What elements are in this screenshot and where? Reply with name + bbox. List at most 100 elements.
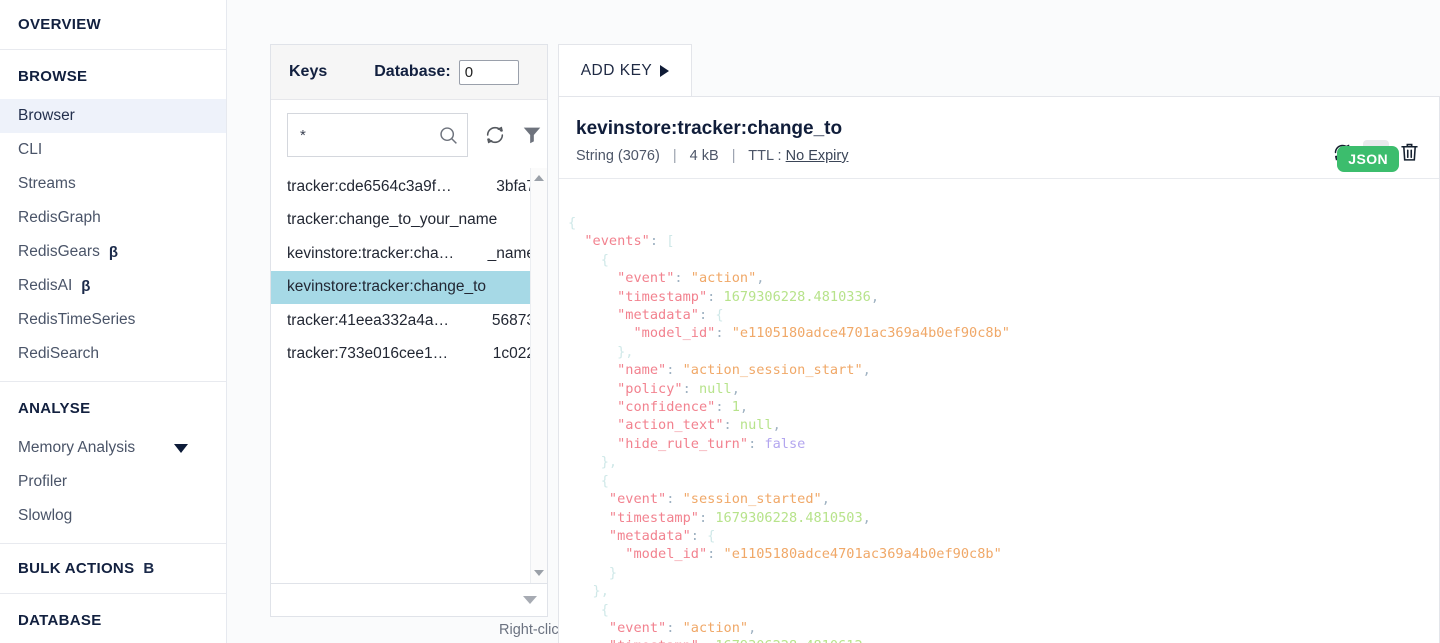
meta-divider: | [731, 148, 736, 164]
sidebar-item-label: Streams [18, 175, 76, 192]
key-suffix: 1c022 [492, 345, 535, 363]
add-key-button[interactable]: ADD KEY [558, 44, 692, 96]
json-line: "event": "session_started", [608, 491, 830, 508]
json-line: "metadata": { [608, 527, 716, 544]
key-detail: kevinstore:tracker:change_to String (307… [558, 96, 1440, 643]
key-name: tracker:41eea332a4a… [287, 311, 450, 329]
sidebar-item-label: Memory Analysis [18, 439, 136, 456]
chevron-down-icon[interactable] [523, 596, 537, 604]
search-input[interactable] [298, 125, 438, 145]
json-line: { [568, 601, 609, 618]
sidebar-item-profiler[interactable]: Profiler [0, 465, 226, 499]
play-triangle-icon [660, 64, 670, 77]
json-line: "event": "action", [608, 619, 757, 636]
filter-icon[interactable] [521, 124, 543, 146]
sidebar-item-redisgears[interactable]: RedisGears β [0, 235, 226, 269]
meta-divider: | [672, 148, 677, 164]
scroll-up-arrow-icon[interactable] [534, 175, 544, 181]
sidebar-item-label: RedisAI [18, 277, 73, 294]
keys-panel-header: Keys Database: [271, 45, 547, 100]
json-line: "event": "action", [617, 270, 765, 287]
add-key-label: ADD KEY [580, 61, 653, 79]
key-list-item[interactable]: tracker:41eea332a4a… 56873 [271, 304, 547, 338]
chevron-down-icon[interactable] [174, 443, 188, 453]
refresh-icon[interactable] [484, 124, 506, 146]
keys-panel: Keys Database: 0 * tracker:cde6564c3a9f…… [270, 44, 548, 617]
key-name: kevinstore:tracker:cha… [287, 244, 455, 262]
key-suffix: _name [487, 244, 535, 262]
json-line: "name": "action_session_start", [617, 362, 871, 379]
json-line: "model_id": "e1105180adce4701ac369a4b0ef… [633, 325, 1010, 342]
sidebar-item-streams[interactable]: Streams [0, 167, 226, 201]
key-name: tracker:cde6564c3a9f… [287, 177, 452, 195]
beta-badge: β [81, 277, 91, 295]
json-line: "timestamp": 1679306228.4810612, [568, 637, 1439, 643]
keys-search-row [271, 100, 547, 168]
ttl-label: TTL : [748, 148, 782, 164]
sidebar-section-bulk-actions: BULK ACTIONS β [0, 544, 226, 594]
ttl-value[interactable]: No Expiry [786, 148, 849, 164]
key-memory-size: 4 kB [689, 148, 719, 164]
key-name: tracker:change_to_your_name [287, 211, 498, 229]
search-box[interactable] [287, 113, 468, 157]
key-list-item[interactable]: tracker:cde6564c3a9f… 3bfa7 [271, 170, 547, 204]
scroll-down-arrow-icon[interactable] [534, 570, 544, 576]
search-icon[interactable] [438, 125, 459, 146]
keys-list-scrollbar[interactable] [530, 168, 547, 583]
json-line: "model_id": "e1105180adce4701ac369a4b0ef… [625, 546, 1002, 563]
keys-list: tracker:cde6564c3a9f… 3bfa7 tracker:chan… [271, 168, 547, 371]
database-index-input[interactable] [458, 59, 519, 85]
beta-badge: β [108, 243, 118, 261]
sidebar-item-cli[interactable]: CLI [0, 133, 226, 167]
sidebar-item-redisgraph[interactable]: RedisGraph [0, 201, 226, 235]
page-title: kevinstore:tracker:change_to [576, 118, 843, 139]
sidebar-item-redisearch[interactable]: RediSearch [0, 337, 226, 371]
sidebar-section-database: DATABASE Configuration [0, 594, 226, 643]
json-line: "metadata": { [617, 307, 724, 324]
json-line: "events": [ [584, 233, 675, 250]
sidebar-item-label: RediSearch [18, 345, 99, 362]
sidebar-heading-analyse: ANALYSE [18, 400, 91, 417]
keys-panel-footer [271, 583, 547, 616]
key-list-item-selected[interactable]: kevinstore:tracker:change_to [271, 270, 547, 304]
json-line: "action_text": null, [617, 417, 781, 434]
key-list-item[interactable]: tracker:change_to_your_name [271, 204, 547, 238]
sidebar-heading-browse: BROWSE [18, 68, 88, 85]
sidebar-item-redistimeseries[interactable]: RedisTimeSeries [0, 303, 226, 337]
keys-title: Keys [289, 63, 328, 80]
sidebar-item-label: Slowlog [18, 507, 73, 524]
sidebar-item-label: RedisGears [18, 243, 100, 260]
json-line: }, [568, 454, 618, 471]
sidebar-item-label: Browser [18, 107, 75, 124]
redisinsight-window: OVERVIEW BROWSE Browser CLI Streams Redi… [0, 0, 1440, 643]
json-line: "hide_rule_turn": false [617, 435, 806, 452]
json-line: }, [568, 583, 609, 600]
sidebar-section-analyse: ANALYSE Memory Analysis Profiler Slowlog [0, 382, 226, 544]
sidebar-section-browse: BROWSE Browser CLI Streams RedisGraph Re… [0, 50, 226, 382]
key-list-item[interactable]: tracker:733e016cee1… 1c022 [271, 338, 547, 372]
sidebar-item-label: RedisGraph [18, 209, 101, 226]
key-list-item[interactable]: kevinstore:tracker:cha… _name [271, 237, 547, 271]
sidebar-heading-bulk-actions[interactable]: BULK ACTIONS β [0, 544, 226, 593]
json-format-badge[interactable]: JSON [1337, 146, 1399, 172]
sidebar: OVERVIEW BROWSE Browser CLI Streams Redi… [0, 0, 227, 643]
json-line: { [568, 472, 609, 489]
sidebar-item-browser[interactable]: Browser [0, 99, 226, 133]
sidebar-heading-database: DATABASE [18, 612, 102, 629]
json-line: "policy": null, [617, 380, 740, 397]
database-label: Database: [374, 63, 451, 80]
sidebar-item-slowlog[interactable]: Slowlog [0, 499, 226, 533]
key-metadata: String (3076) | 4 kB | TTL : No Expiry [576, 148, 1439, 164]
json-line: }, [568, 343, 634, 360]
json-value-viewer[interactable]: { "events": [ { "event": "action", "time… [559, 204, 1439, 643]
key-type-length: String (3076) [576, 148, 660, 164]
sidebar-item-label: RedisTimeSeries [18, 311, 136, 328]
sidebar-item-memory-analysis[interactable]: Memory Analysis [0, 431, 226, 465]
trash-icon[interactable] [1399, 141, 1420, 163]
key-detail-header: kevinstore:tracker:change_to String (307… [559, 97, 1439, 179]
sidebar-item-label: Profiler [18, 473, 68, 490]
key-name: kevinstore:tracker:change_to [287, 278, 487, 296]
sidebar-heading-overview[interactable]: OVERVIEW [0, 0, 226, 49]
sidebar-item-redisai[interactable]: RedisAI β [0, 269, 226, 303]
key-detail-panel: ADD KEY kevinstore:tracker:change_to Str… [558, 44, 1440, 643]
